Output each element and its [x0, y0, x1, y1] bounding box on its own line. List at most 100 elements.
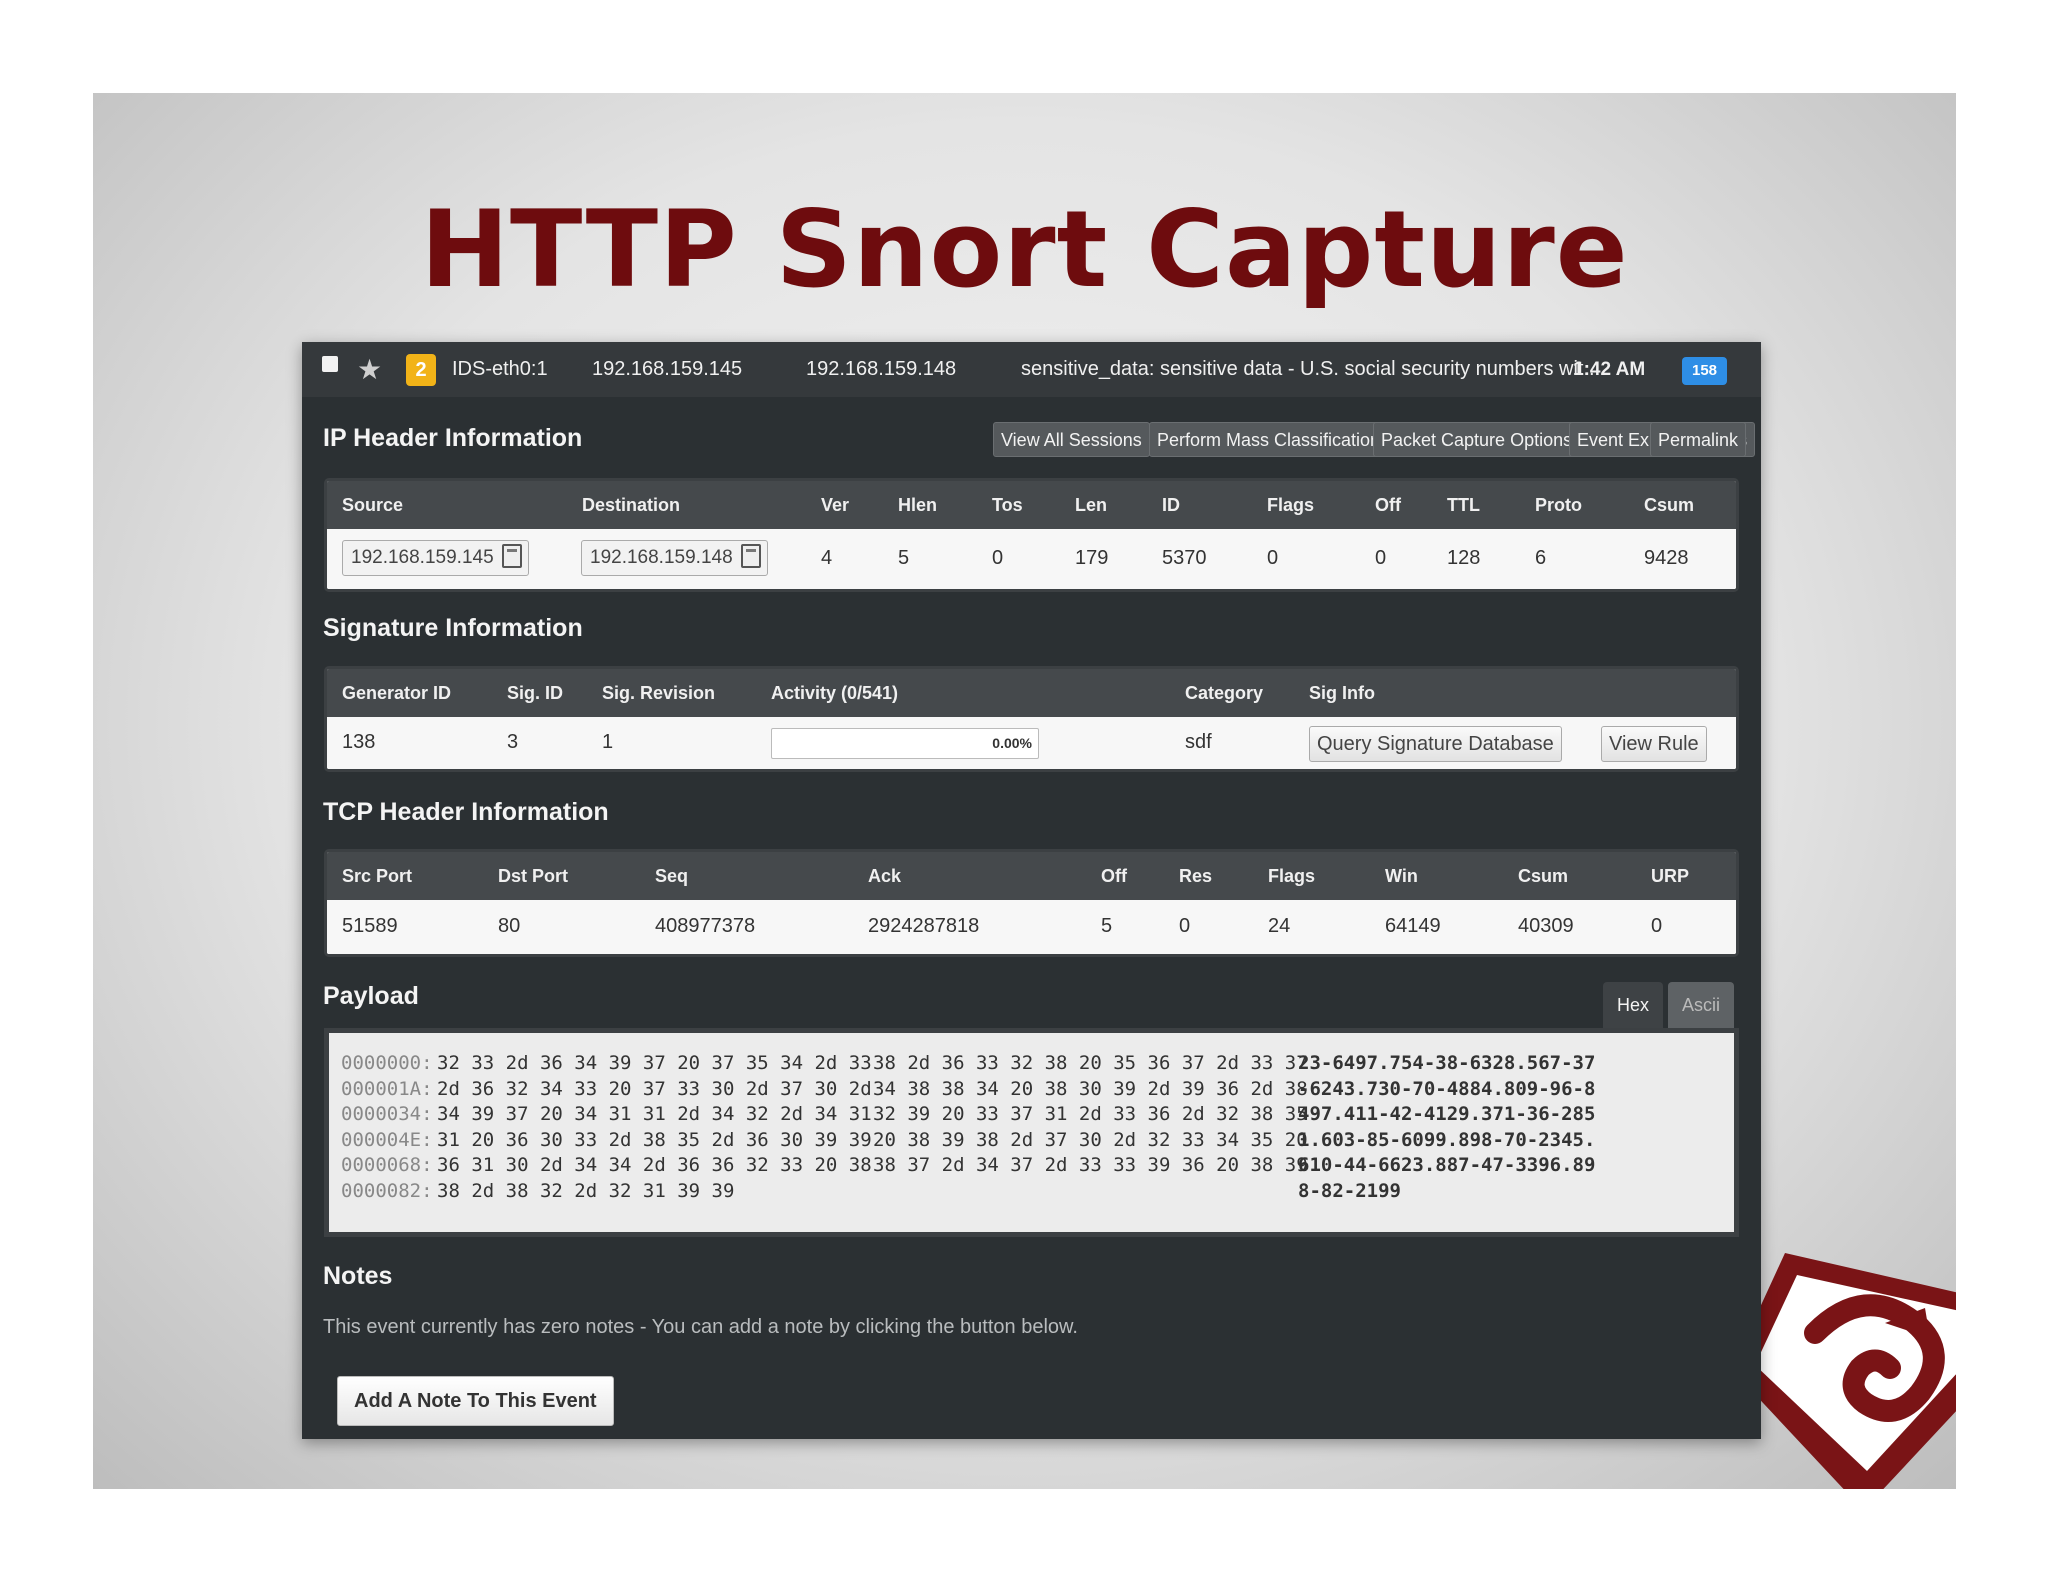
col-ack: Ack [868, 866, 902, 886]
sensor-name: IDS-eth0:1 [452, 358, 548, 380]
col-urp: URP [1651, 866, 1690, 886]
val-id: 5370 [1162, 547, 1207, 569]
event-time: 1:42 AM [1573, 359, 1646, 380]
col-flags: Flags [1267, 495, 1315, 515]
col-tcp-csum: Csum [1518, 866, 1569, 886]
signature-title: Signature Information [323, 614, 583, 642]
col-sig-id: Sig. ID [507, 683, 564, 703]
event-panel: ★ 2 IDS-eth0:1 192.168.159.145 192.168.1… [302, 342, 1761, 1439]
col-generator-id: Generator ID [342, 683, 452, 703]
col-proto: Proto [1535, 495, 1582, 515]
col-seq: Seq [655, 866, 689, 886]
payload-row: 0000000: 32 33 2d 36 34 39 37 20 37 35 34… [341, 1052, 1596, 1074]
val-tcp-flags: 24 [1268, 915, 1291, 937]
payload-row: 0000068: 36 31 30 2d 34 34 2d 36 36 32 33… [341, 1154, 1596, 1176]
tab-hex[interactable]: Hex [1603, 982, 1664, 1028]
payload-hex-dump: 0000000: 32 33 2d 36 34 39 37 20 37 35 34… [324, 1028, 1739, 1237]
ip-header-table: Source Destination Ver Hlen Tos Len ID F… [324, 478, 1739, 592]
val-ver: 4 [821, 547, 833, 569]
notes-empty-message: This event currently has zero notes - Yo… [323, 1316, 1078, 1338]
val-res: 0 [1179, 915, 1191, 937]
col-tos: Tos [992, 495, 1023, 515]
col-res: Res [1179, 866, 1213, 886]
slide-title: HTTP Snort Capture [420, 188, 1629, 311]
tcp-header-title: TCP Header Information [323, 798, 609, 826]
ip-header-columns: Source Destination Ver Hlen Tos Len ID F… [327, 481, 1736, 529]
col-source: Source [342, 495, 404, 515]
calculator-icon[interactable] [740, 544, 761, 568]
tcp-header-columns: Src Port Dst Port Seq Ack Off Res Flags … [327, 852, 1736, 900]
val-proto: 6 [1535, 547, 1547, 569]
event-row[interactable]: ★ 2 IDS-eth0:1 192.168.159.145 192.168.1… [302, 342, 1761, 397]
notes-title: Notes [323, 1262, 393, 1290]
payload-row: 0000034: 34 39 37 20 34 31 31 2d 34 32 2d… [341, 1103, 1596, 1125]
col-ttl: TTL [1447, 495, 1480, 515]
payload-row: 0000082: 38 2d 38 32 2d 32 31 39 39 8-82-2… [341, 1179, 1401, 1202]
event-dest-ip: 192.168.159.148 [806, 358, 957, 380]
payload-row: 000004E: 31 20 36 30 33 2d 38 35 2d 36 30… [341, 1128, 1596, 1151]
col-activity: Activity (0/541) [771, 683, 899, 703]
col-tcp-off: Off [1101, 866, 1127, 886]
val-ttl: 128 [1447, 547, 1481, 569]
val-generator-id: 138 [342, 731, 376, 753]
val-csum: 9428 [1644, 547, 1689, 569]
col-sig-info: Sig Info [1309, 683, 1375, 703]
val-seq: 408977378 [655, 915, 756, 937]
val-tos: 0 [992, 547, 1004, 569]
payload-row: 000001A: 2d 36 32 34 33 20 37 33 30 2d 37… [341, 1077, 1596, 1100]
col-win: Win [1385, 866, 1418, 886]
tcp-header-table: Src Port Dst Port Seq Ack Off Res Flags … [324, 849, 1739, 957]
val-tcp-csum: 40309 [1518, 915, 1574, 937]
val-ack: 2924287818 [868, 915, 980, 937]
val-dst-port: 80 [498, 915, 521, 937]
slide-background: HTTP Snort Capture ★ 2 IDS-eth0:1 192.16… [93, 93, 1956, 1489]
signature-columns: Generator ID Sig. ID Sig. Revision Activ… [327, 669, 1736, 717]
packet-capture-options-button[interactable]: Packet Capture Options [1373, 422, 1581, 457]
val-win: 64149 [1385, 915, 1441, 937]
source-ip-field[interactable]: 192.168.159.145 [342, 540, 529, 576]
ip-header-row: 192.168.159.145 192.168.159.148 4 5 0 17… [327, 529, 1736, 589]
col-sig-revision: Sig. Revision [602, 683, 716, 703]
val-len: 179 [1075, 547, 1109, 569]
event-source-ip: 192.168.159.145 [592, 358, 743, 380]
destination-ip-field[interactable]: 192.168.159.148 [581, 540, 768, 576]
col-len: Len [1075, 495, 1108, 515]
view-rule-button[interactable]: View Rule [1601, 726, 1707, 762]
col-src-port: Src Port [342, 866, 413, 886]
permalink-button[interactable]: Permalink [1650, 422, 1747, 457]
val-hlen: 5 [898, 547, 910, 569]
mass-classification-button[interactable]: Perform Mass Classification [1149, 422, 1389, 457]
signature-row: 138 3 1 0.00% sdf Query Signature Databa… [327, 717, 1736, 769]
tcp-header-row: 51589 80 408977378 2924287818 5 0 24 641… [327, 900, 1736, 954]
checkbox-icon[interactable] [322, 356, 338, 372]
val-sig-id: 3 [507, 731, 519, 753]
col-csum: Csum [1644, 495, 1695, 515]
col-off: Off [1375, 495, 1401, 515]
priority-badge: 2 [406, 354, 436, 386]
col-ver: Ver [821, 495, 850, 515]
signature-table: Generator ID Sig. ID Sig. Revision Activ… [324, 666, 1739, 772]
star-icon[interactable]: ★ [357, 342, 382, 397]
activity-progress-bar: 0.00% [771, 728, 1039, 759]
add-note-button[interactable]: Add A Note To This Event [337, 1376, 614, 1426]
calculator-icon[interactable] [501, 544, 522, 568]
col-hlen: Hlen [898, 495, 938, 515]
view-all-sessions-button[interactable]: View All Sessions [993, 422, 1150, 457]
val-sig-revision: 1 [602, 731, 614, 753]
val-src-port: 51589 [342, 915, 398, 937]
query-signature-database-button[interactable]: Query Signature Database [1309, 726, 1562, 762]
activity-percent: 0.00% [992, 735, 1032, 751]
event-signature: sensitive_data: sensitive data - U.S. so… [1021, 358, 1601, 380]
col-destination: Destination [582, 495, 681, 515]
ip-header-title: IP Header Information [323, 424, 583, 452]
payload-title: Payload [323, 982, 419, 1010]
col-dst-port: Dst Port [498, 866, 569, 886]
tab-ascii[interactable]: Ascii [1668, 982, 1735, 1028]
val-flags: 0 [1267, 547, 1279, 569]
val-off: 0 [1375, 547, 1387, 569]
col-category: Category [1185, 683, 1264, 703]
val-urp: 0 [1651, 915, 1663, 937]
event-count-badge: 158 [1682, 357, 1728, 385]
val-tcp-off: 5 [1101, 915, 1113, 937]
val-category: sdf [1185, 731, 1212, 753]
